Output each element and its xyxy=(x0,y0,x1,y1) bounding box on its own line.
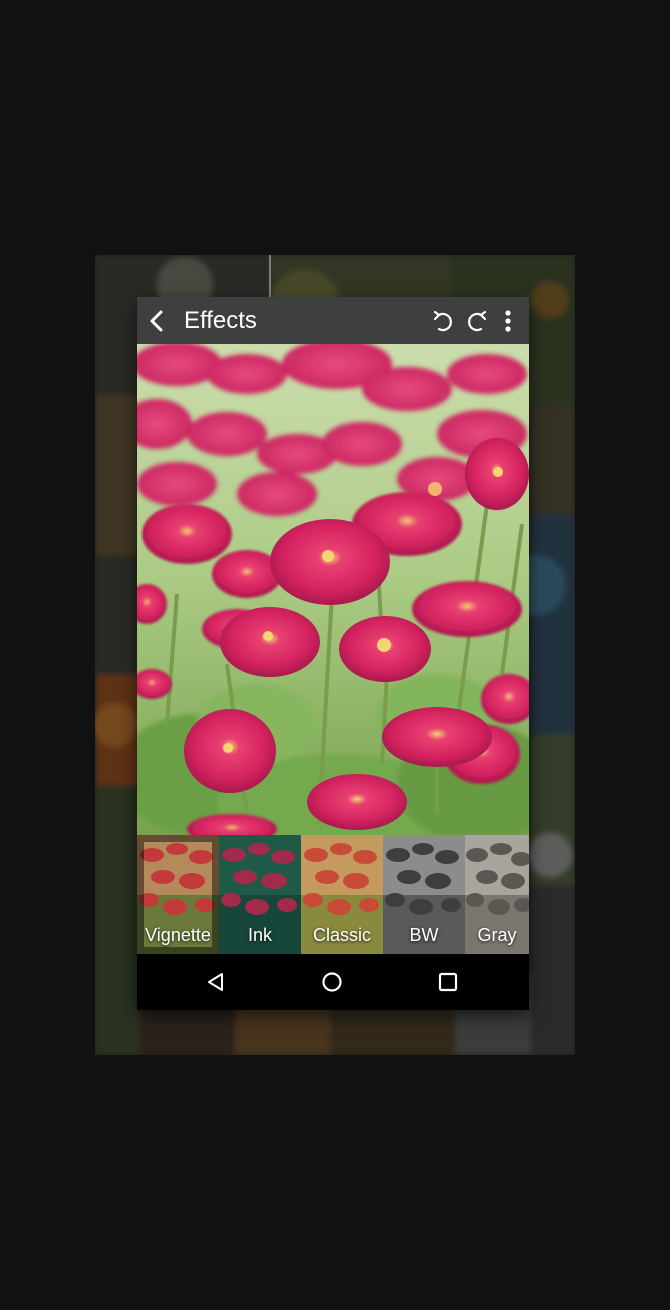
effect-label: BW xyxy=(409,925,439,945)
screen: Effects Vignette Ink Classic BW Gray xyxy=(0,0,670,1310)
redo-icon xyxy=(468,310,487,331)
effect-label: Ink xyxy=(247,925,272,945)
photo-preview[interactable] xyxy=(137,344,529,835)
effect-label: Vignette xyxy=(145,925,211,945)
back-button[interactable] xyxy=(139,297,175,344)
effects-strip: Vignette Ink Classic BW Gray xyxy=(137,835,529,954)
effect-classic[interactable]: Classic xyxy=(301,835,383,954)
triangle-back-icon xyxy=(208,973,223,991)
undo-button[interactable] xyxy=(425,297,461,344)
toolbar: Effects xyxy=(137,297,529,344)
effect-vignette[interactable]: Vignette xyxy=(137,835,219,954)
nav-home-button[interactable] xyxy=(302,954,362,1010)
app-window: Effects Vignette Ink Classic BW Gray xyxy=(137,297,529,1010)
redo-button[interactable] xyxy=(459,297,495,344)
overflow-menu-button[interactable] xyxy=(493,297,523,344)
more-vertical-icon xyxy=(505,309,511,332)
circle-home-icon xyxy=(322,972,342,992)
nav-recents-button[interactable] xyxy=(418,954,478,1010)
page-title: Effects xyxy=(184,307,257,334)
flower-photo xyxy=(137,344,529,835)
effect-bw[interactable]: BW xyxy=(383,835,465,954)
effect-label: Gray xyxy=(477,925,517,945)
effect-label: Classic xyxy=(312,925,371,945)
nav-back-button[interactable] xyxy=(186,954,246,1010)
chevron-left-icon xyxy=(150,310,163,331)
effect-gray[interactable]: Gray xyxy=(465,835,529,954)
effect-ink[interactable]: Ink xyxy=(219,835,301,954)
system-navbar xyxy=(137,954,529,1010)
square-recents-icon xyxy=(438,972,458,992)
undo-icon xyxy=(433,310,452,331)
